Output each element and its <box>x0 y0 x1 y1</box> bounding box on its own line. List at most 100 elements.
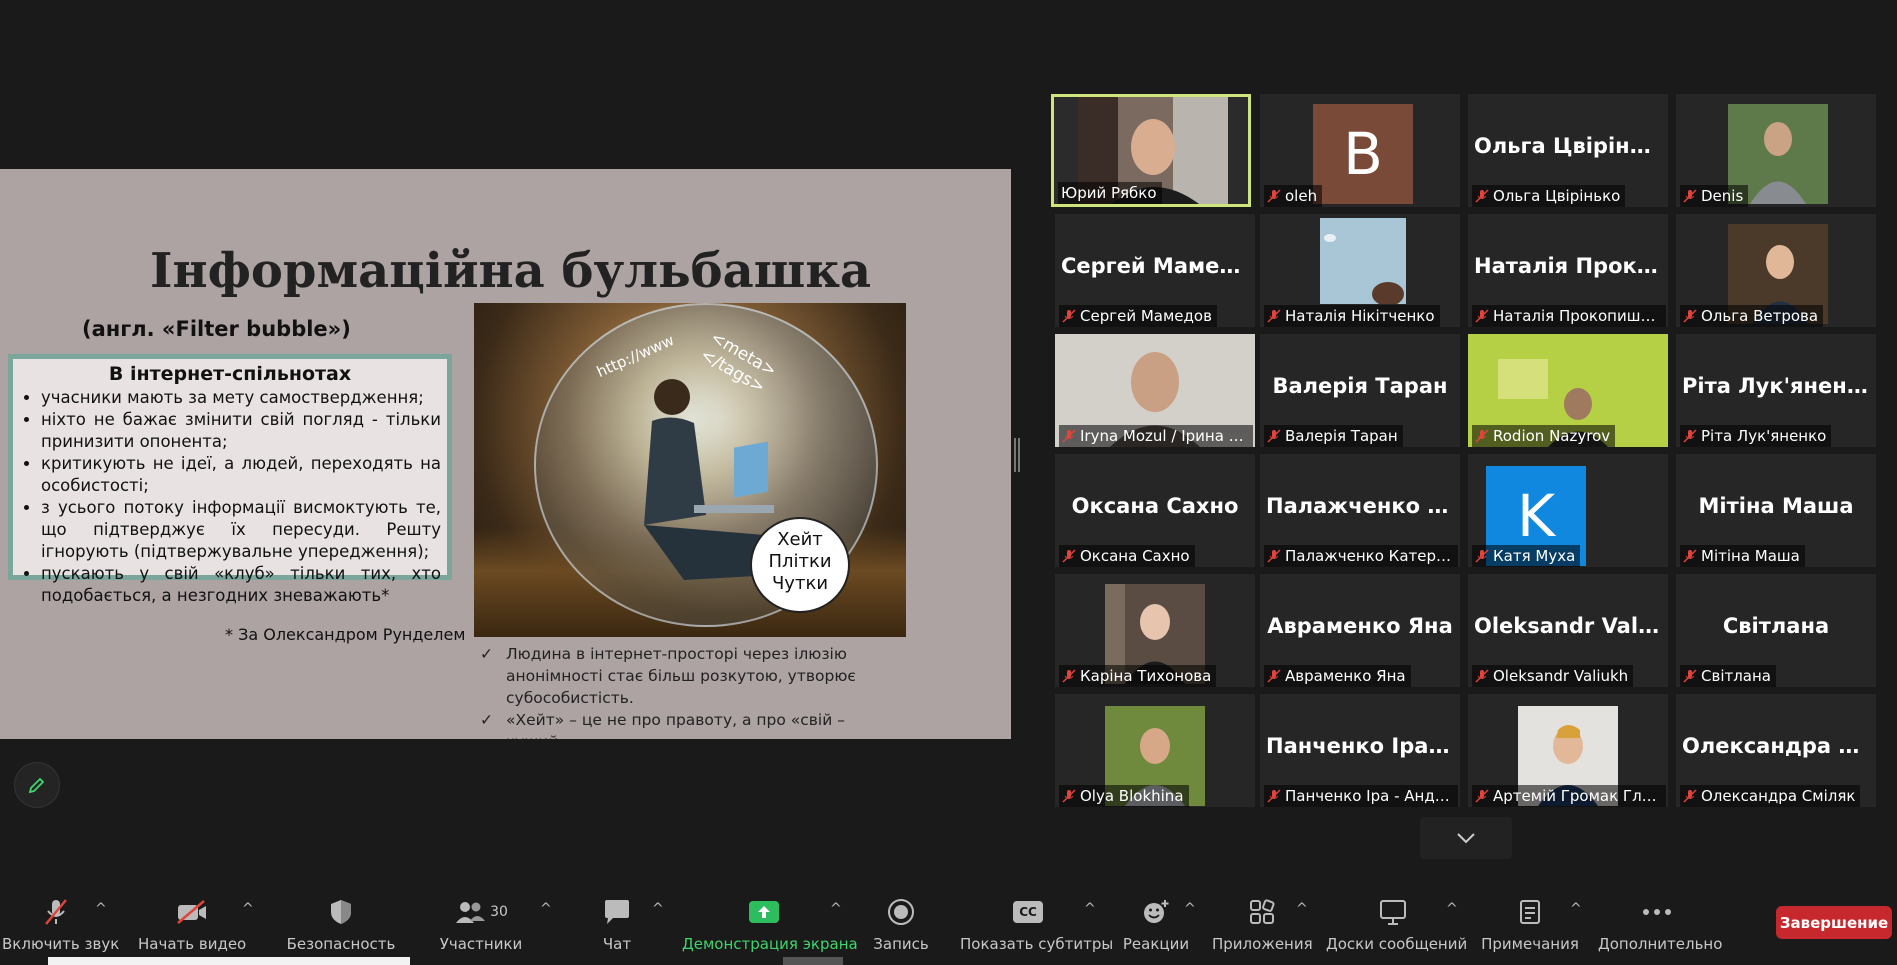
share-screen-button[interactable]: Демонстрация экрана <box>682 895 858 953</box>
participant-display-name: Ріта Лук'яненко <box>1682 374 1876 398</box>
closed-captions-icon: CC <box>1013 901 1043 923</box>
end-meeting-button[interactable]: Завершение <box>1776 906 1892 939</box>
participant-tile[interactable]: Наталія Нікітченко <box>1260 214 1460 327</box>
participant-tile[interactable]: Каріна Тихонова <box>1055 574 1255 687</box>
participant-tile[interactable]: Сергей Мамедов Сергей Мамедов <box>1055 214 1255 327</box>
mic-muted-icon <box>1475 789 1489 803</box>
participant-tile[interactable]: Olya Blokhina <box>1055 694 1255 807</box>
apps-options-caret[interactable]: ^ <box>1296 901 1308 917</box>
checkmark-icon: ✓ <box>480 711 493 729</box>
whiteboards-label: Доски сообщений <box>1326 935 1468 953</box>
participant-display-name: Валерія Таран <box>1272 374 1448 398</box>
participants-options-caret[interactable]: ^ <box>540 901 552 917</box>
participant-tile[interactable]: Наталія Проко... Наталія Прокопишина <box>1468 214 1668 327</box>
participant-name: Denis <box>1680 185 1749 207</box>
whiteboards-options-caret[interactable]: ^ <box>1446 901 1458 917</box>
gallery-next-page-button[interactable] <box>1420 817 1512 859</box>
participants-icon <box>456 902 486 923</box>
participant-display-name: Сергей Мамедов <box>1061 254 1255 278</box>
record-icon <box>888 899 914 925</box>
participant-display-name: Олександра См... <box>1682 734 1876 758</box>
participant-name: Артемій Громак Глухі... <box>1472 785 1666 807</box>
mic-muted-icon <box>1683 669 1697 683</box>
more-label: Дополнительно <box>1598 935 1723 953</box>
annotate-pencil-button[interactable] <box>14 762 60 808</box>
participant-tile[interactable]: Панченко Іра -... Панченко Іра - Андрія.… <box>1260 694 1460 807</box>
list-item: пускають у свій «клуб» тільки тих, хто п… <box>41 563 441 607</box>
unmute-label: Включить звук <box>2 935 120 953</box>
participant-tile[interactable]: Iryna Mozul / Ірина М... <box>1055 334 1255 447</box>
participant-name: Oleksandr Valiukh <box>1472 665 1634 687</box>
participant-tile[interactable]: Олександра См... Олександра Сміляк <box>1676 694 1876 807</box>
participant-tile[interactable]: Авраменко Яна Авраменко Яна <box>1260 574 1460 687</box>
record-button[interactable]: Запись <box>870 895 932 953</box>
participant-tile[interactable]: Артемій Громак Глухі... <box>1468 694 1668 807</box>
participant-tile[interactable]: Валерія Таран Валерія Таран <box>1260 334 1460 447</box>
mic-muted-icon <box>1062 549 1076 563</box>
check-item-text: «Хейт» – це не про правоту, а про «свій … <box>506 711 845 739</box>
participant-tile[interactable]: B oleh <box>1260 94 1460 207</box>
participant-name: Наталія Нікітченко <box>1264 305 1440 327</box>
microphone-muted-icon <box>45 899 67 925</box>
participant-tile[interactable]: Denis <box>1676 94 1876 207</box>
reactions-button[interactable]: Реакции <box>1120 895 1192 953</box>
audio-options-caret[interactable]: ^ <box>95 901 107 917</box>
slide-check-list: ✓ Людина в інтернет-просторі через ілюзію… <box>480 643 910 739</box>
taskbar-strip-segment <box>783 957 843 965</box>
chat-options-caret[interactable]: ^ <box>652 901 664 917</box>
mic-muted-icon <box>1683 309 1697 323</box>
participant-tile[interactable]: Rodion Nazyrov <box>1468 334 1668 447</box>
chat-button[interactable]: Чат <box>592 895 642 953</box>
participant-display-name: Авраменко Яна <box>1267 614 1453 638</box>
avatar: B <box>1313 104 1413 204</box>
video-options-caret[interactable]: ^ <box>242 901 254 917</box>
start-video-button[interactable]: Начать видео <box>138 895 246 953</box>
participant-tile[interactable]: Oleksandr Valiukh Oleksandr Valiukh <box>1468 574 1668 687</box>
reactions-options-caret[interactable]: ^ <box>1184 901 1196 917</box>
participant-tile[interactable]: Мітіна Маша Мітіна Маша <box>1676 454 1876 567</box>
list-item: ніхто не бажає змінити свій погляд - тіл… <box>41 409 441 453</box>
security-label: Безопасность <box>286 935 396 953</box>
taskbar-strip <box>48 957 410 965</box>
participant-name: Палажченко Катерина <box>1264 545 1458 567</box>
participant-name: Валерія Таран <box>1264 425 1403 447</box>
participant-tile[interactable]: K Катя Муха <box>1468 454 1668 567</box>
participant-display-name: Оксана Сахно <box>1071 494 1239 518</box>
participant-display-name: Палажченко К... <box>1266 494 1460 518</box>
more-button[interactable]: Дополнительно <box>1598 895 1723 953</box>
notes-label: Примечания <box>1481 935 1579 953</box>
share-options-caret[interactable]: ^ <box>830 901 842 917</box>
participant-name: Оксана Сахно <box>1059 545 1195 567</box>
check-item: ✓ «Хейт» – це не про правоту, а про «свій… <box>480 709 910 739</box>
apps-label: Приложения <box>1212 935 1313 953</box>
mic-muted-icon <box>1683 189 1697 203</box>
mic-muted-icon <box>1267 549 1281 563</box>
show-captions-button[interactable]: CC Показать субтитры <box>960 895 1113 953</box>
whiteboards-button[interactable]: Доски сообщений <box>1326 895 1468 953</box>
participant-display-name: Світлана <box>1722 614 1830 638</box>
speech-line: Плітки <box>768 551 832 572</box>
captions-options-caret[interactable]: ^ <box>1084 901 1096 917</box>
whiteboard-icon <box>1380 900 1406 925</box>
shared-screen-slide: Інформаційна бульбашка (англ. «Filter bu… <box>0 169 1011 739</box>
participant-name: Ріта Лук'яненко <box>1680 425 1832 447</box>
participant-tile[interactable]: Ріта Лук'яненко Ріта Лук'яненко <box>1676 334 1876 447</box>
mic-muted-icon <box>1267 669 1281 683</box>
participant-tile[interactable]: Оксана Сахно Оксана Сахно <box>1055 454 1255 567</box>
slide-subtitle: (англ. «Filter bubble») <box>82 317 351 341</box>
participant-tile[interactable]: Юрий Рябко <box>1051 94 1251 207</box>
participant-tile[interactable]: Світлана Світлана <box>1676 574 1876 687</box>
unmute-button[interactable]: Включить звук <box>2 895 120 953</box>
split-resize-handle[interactable] <box>1014 438 1020 472</box>
notes-button[interactable]: Примечания <box>1481 895 1579 953</box>
participants-button[interactable]: 30 Участники <box>436 895 526 953</box>
participant-tile[interactable]: Ольга Ветрова <box>1676 214 1876 327</box>
reactions-smiley-icon <box>1144 900 1169 923</box>
speech-line: Чутки <box>771 573 829 594</box>
notes-options-caret[interactable]: ^ <box>1570 901 1582 917</box>
security-button[interactable]: Безопасность <box>286 895 396 953</box>
mic-muted-icon <box>1475 189 1489 203</box>
participant-tile[interactable]: Ольга Цвірінько Ольга Цвірінько <box>1468 94 1668 207</box>
participant-tile[interactable]: Палажченко К... Палажченко Катерина <box>1260 454 1460 567</box>
pencil-icon <box>28 777 45 794</box>
